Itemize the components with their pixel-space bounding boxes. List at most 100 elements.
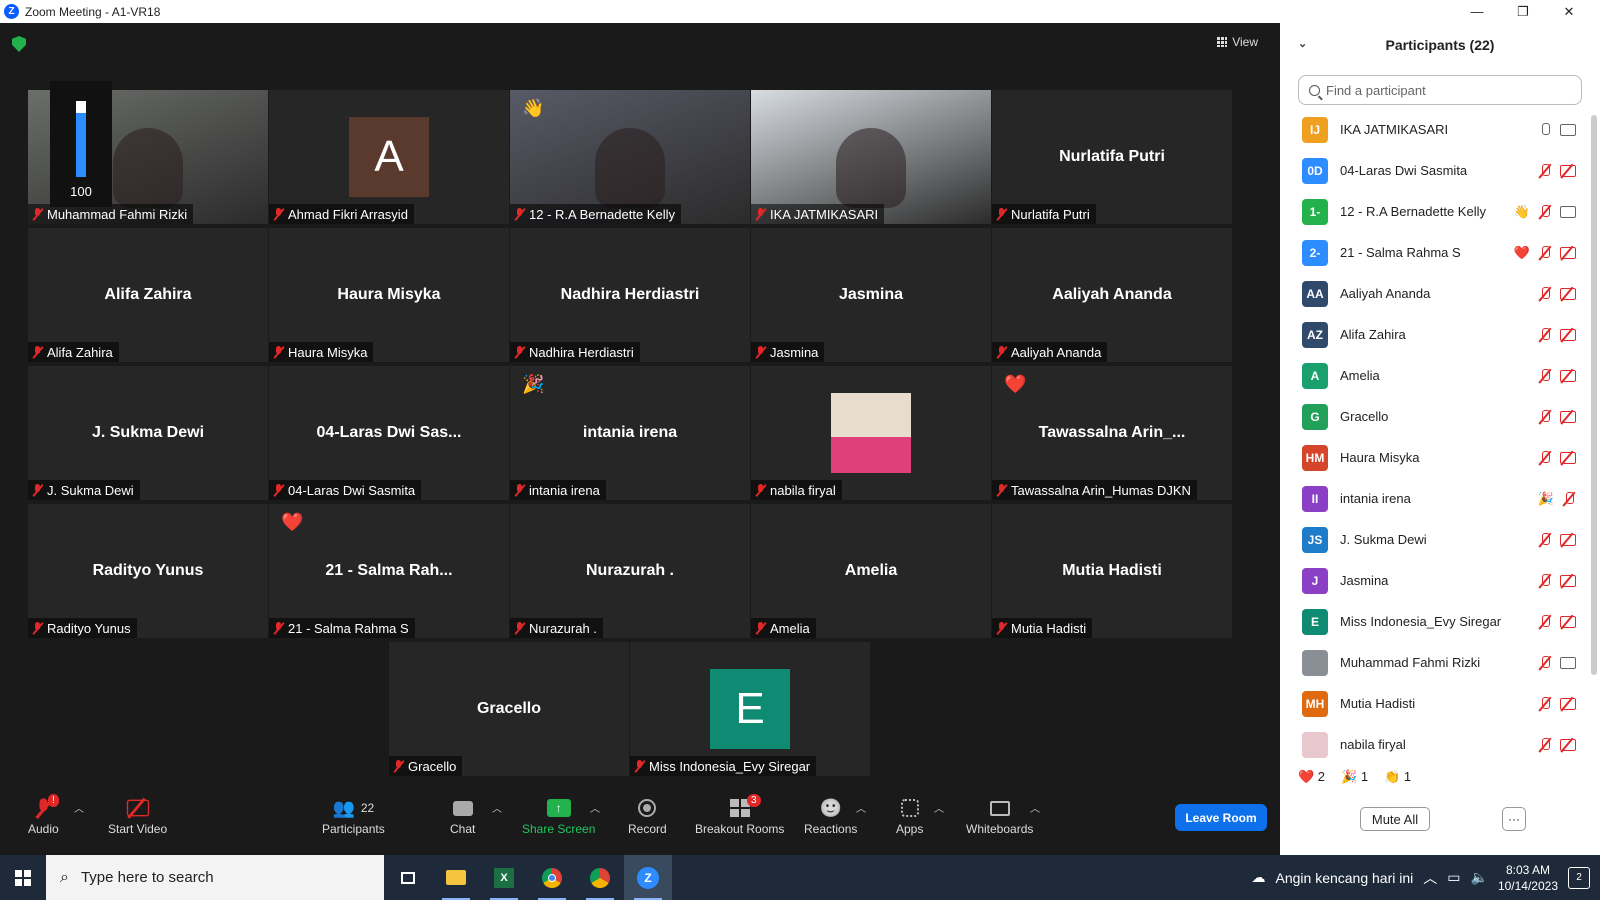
minimize-button[interactable]: — (1454, 0, 1500, 23)
microphone-muted-icon[interactable] (1538, 163, 1552, 178)
video-tile[interactable]: 04-Laras Dwi Sas... 04-Laras Dwi Sasmita (269, 366, 509, 500)
video-tile[interactable]: 👋 12 - R.A Bernadette Kelly (510, 90, 750, 224)
chrome-icon[interactable] (528, 855, 576, 900)
encryption-shield-icon[interactable] (12, 36, 26, 52)
notification-center-icon[interactable]: 2 (1568, 866, 1590, 889)
video-camera-icon[interactable] (1560, 205, 1576, 218)
video-tile[interactable]: Jasmina Jasmina (751, 228, 991, 362)
microphone-muted-icon[interactable] (1538, 409, 1552, 424)
audio-button[interactable]: Audio ! (28, 794, 59, 836)
video-tile[interactable]: Nurazurah . Nurazurah . (510, 504, 750, 638)
restore-button[interactable]: ❐ (1500, 0, 1546, 23)
start-button[interactable] (0, 855, 46, 900)
participant-list-scrollbar[interactable] (1591, 115, 1597, 675)
video-tile[interactable]: Nurlatifa Putri Nurlatifa Putri (992, 90, 1232, 224)
participant-row[interactable]: AA Aaliyah Ananda (1280, 273, 1590, 314)
more-options-button[interactable]: ··· (1502, 807, 1526, 831)
volume-slider[interactable]: 100 (50, 81, 112, 207)
microphone-muted-icon[interactable] (1562, 491, 1576, 506)
video-tile[interactable]: Tawassalna Arin_... ❤️ Tawassalna Arin_Hum… (992, 366, 1232, 500)
microphone-muted-icon[interactable] (1538, 655, 1552, 670)
weather-text[interactable]: Angin kencang hari ini (1276, 870, 1414, 886)
microphone-muted-icon[interactable] (1538, 286, 1552, 301)
video-tile[interactable]: Alifa Zahira Alifa Zahira (28, 228, 268, 362)
tray-expand-icon[interactable]: ︿ (1423, 868, 1437, 888)
whiteboards-options-caret-icon[interactable]: ︿ (1030, 800, 1040, 815)
video-off-icon[interactable] (1560, 287, 1576, 300)
mute-all-button[interactable]: Mute All (1360, 807, 1430, 831)
microphone-muted-icon[interactable] (1538, 737, 1552, 752)
video-tile[interactable]: Haura Misyka Haura Misyka (269, 228, 509, 362)
video-tile[interactable]: A Ahmad Fikri Arrasyid (269, 90, 509, 224)
participant-row[interactable]: AZ Alifa Zahira (1280, 314, 1590, 355)
share-screen-button[interactable]: ↑ Share Screen (522, 794, 595, 836)
participant-row[interactable]: 1- 12 - R.A Bernadette Kelly 👋 (1280, 191, 1590, 232)
video-tile[interactable]: J. Sukma Dewi J. Sukma Dewi (28, 366, 268, 500)
participants-button[interactable]: 👥 22 Participants (322, 794, 385, 837)
reactions-options-caret-icon[interactable]: ︿ (856, 800, 866, 815)
video-off-icon[interactable] (1560, 615, 1576, 628)
microphone-muted-icon[interactable] (1538, 532, 1552, 547)
video-tile[interactable]: E Miss Indonesia_Evy Siregar (630, 642, 870, 776)
taskbar-clock[interactable]: 8:03 AM 10/14/2023 (1498, 862, 1558, 894)
microphone-muted-icon[interactable] (1538, 368, 1552, 383)
record-button[interactable]: Record (628, 794, 667, 836)
participant-row[interactable]: MH Mutia Hadisti (1280, 683, 1590, 724)
video-tile[interactable]: Nadhira Herdiastri Nadhira Herdiastri (510, 228, 750, 362)
video-off-icon[interactable] (1560, 164, 1576, 177)
participant-row[interactable]: 0D 04-Laras Dwi Sasmita (1280, 150, 1590, 191)
microphone-icon[interactable] (1538, 122, 1552, 137)
audio-options-caret-icon[interactable]: ︿ (74, 800, 84, 815)
network-icon[interactable]: ▭ (1447, 869, 1460, 886)
chat-options-caret-icon[interactable]: ︿ (492, 800, 502, 815)
video-off-icon[interactable] (1560, 574, 1576, 587)
video-tile[interactable]: Radityo Yunus Radityo Yunus (28, 504, 268, 638)
video-off-icon[interactable] (1560, 451, 1576, 464)
participant-row[interactable]: nabila firyal (1280, 724, 1590, 765)
volume-icon[interactable]: 🔈 (1471, 869, 1488, 886)
video-tile[interactable]: Aaliyah Ananda Aaliyah Ananda (992, 228, 1232, 362)
taskbar-search-box[interactable]: ⌕ Type here to search (46, 855, 384, 900)
excel-icon[interactable]: X (480, 855, 528, 900)
video-tile[interactable]: Amelia Amelia (751, 504, 991, 638)
participant-row[interactable]: II intania irena 🎉 (1280, 478, 1590, 519)
view-button[interactable]: View (1217, 35, 1258, 49)
file-explorer-icon[interactable] (432, 855, 480, 900)
collapse-chevron-icon[interactable]: ⌄ (1298, 37, 1307, 50)
participant-row[interactable]: A Amelia (1280, 355, 1590, 396)
chrome-profile-icon[interactable] (576, 855, 624, 900)
apps-options-caret-icon[interactable]: ︿ (934, 800, 944, 815)
participant-row[interactable]: J Jasmina (1280, 560, 1590, 601)
close-button[interactable]: ✕ (1546, 0, 1592, 23)
microphone-muted-icon[interactable] (1538, 573, 1552, 588)
chat-button[interactable]: Chat (450, 794, 475, 836)
video-off-icon[interactable] (1560, 533, 1576, 546)
video-off-icon[interactable] (1560, 410, 1576, 423)
apps-button[interactable]: Apps (896, 794, 923, 836)
microphone-muted-icon[interactable] (1538, 696, 1552, 711)
video-off-icon[interactable] (1560, 369, 1576, 382)
leave-room-button[interactable]: Leave Room (1175, 804, 1267, 831)
video-camera-icon[interactable] (1560, 656, 1576, 669)
microphone-muted-icon[interactable] (1538, 204, 1552, 219)
microphone-muted-icon[interactable] (1538, 450, 1552, 465)
zoom-taskbar-icon[interactable]: Z (624, 855, 672, 900)
video-off-icon[interactable] (1560, 697, 1576, 710)
video-tile[interactable]: Gracello Gracello (389, 642, 629, 776)
microphone-muted-icon[interactable] (1538, 245, 1552, 260)
participant-row[interactable]: JS J. Sukma Dewi (1280, 519, 1590, 560)
video-off-icon[interactable] (1560, 328, 1576, 341)
participant-search-input[interactable]: Find a participant (1298, 75, 1582, 105)
whiteboards-button[interactable]: Whiteboards (966, 794, 1033, 836)
video-off-icon[interactable] (1560, 246, 1576, 259)
video-tile[interactable]: IKA JATMIKASARI (751, 90, 991, 224)
participant-row[interactable]: G Gracello (1280, 396, 1590, 437)
video-camera-icon[interactable] (1560, 123, 1576, 136)
video-tile[interactable]: Mutia Hadisti Mutia Hadisti (992, 504, 1232, 638)
participant-row[interactable]: Muhammad Fahmi Rizki (1280, 642, 1590, 683)
task-view-icon[interactable] (384, 855, 432, 900)
start-video-button[interactable]: Start Video (108, 794, 167, 836)
microphone-muted-icon[interactable] (1538, 327, 1552, 342)
participant-row[interactable]: E Miss Indonesia_Evy Siregar (1280, 601, 1590, 642)
microphone-muted-icon[interactable] (1538, 614, 1552, 629)
